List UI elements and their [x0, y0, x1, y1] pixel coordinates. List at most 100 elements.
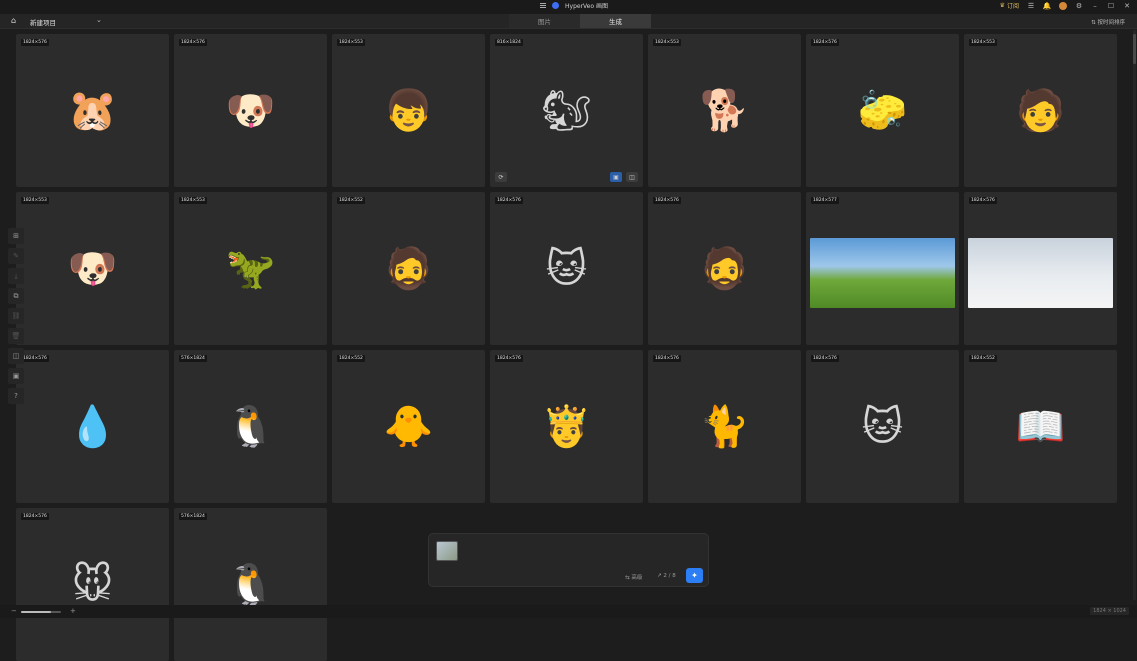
tab-images[interactable]: 图片 [509, 14, 580, 28]
chick-image: 🐥 [383, 404, 434, 450]
mouse-image: 🐭 [71, 561, 114, 608]
dimension-badge: 1824×577 [811, 197, 839, 204]
bell-icon[interactable]: 🔔 [1043, 2, 1052, 10]
maximize-icon[interactable]: ☐ [1107, 2, 1115, 10]
split-view-icon[interactable]: ◫ [626, 172, 638, 182]
drop-bike-image: 💧 [67, 404, 118, 450]
image-card[interactable]: 🤴 1824×576 [490, 350, 643, 503]
subscribe-button[interactable]: ♛ 订阅 [1000, 1, 1019, 10]
image-card[interactable]: 🐕 1824×553 [648, 34, 801, 187]
card-tools-right: ▣ ◫ [610, 172, 638, 182]
dimension-badge: 816×1824 [495, 39, 523, 46]
home-icon[interactable]: ⌂ [11, 17, 19, 25]
avatar[interactable] [1059, 1, 1067, 10]
image-card[interactable]: 🐹 1824×576 [16, 34, 169, 187]
dimension-badge: 1824×576 [495, 355, 523, 362]
penguin-bear-image: 🐧 [225, 404, 276, 450]
dimension-badge: 1824×552 [337, 197, 365, 204]
tab-generate[interactable]: 生成 [580, 14, 651, 28]
window-controls: ♛ 订阅 ☰ 🔔 ⚙ – ☐ ✕ [1000, 1, 1131, 10]
copy-icon[interactable]: ⧉ [8, 288, 24, 304]
boy-at-desk-image: 👦 [383, 88, 434, 134]
prompt-panel: ⇆ 高级 ↗ 2 / 8 ✦ [428, 533, 709, 587]
image-card[interactable]: 1824×577 [806, 192, 959, 345]
generate-button[interactable]: ✦ [686, 568, 703, 583]
list-icon[interactable]: ☰ [1027, 2, 1035, 10]
subscribe-label: 订阅 [1006, 3, 1019, 10]
close-icon[interactable]: ✕ [1123, 2, 1131, 10]
download-icon[interactable]: ⤓ [8, 268, 24, 284]
image-card[interactable]: 🦖 1824×553 [174, 192, 327, 345]
dimension-badge: 1824×576 [21, 355, 49, 362]
select-icon[interactable]: ▣ [610, 172, 622, 182]
zoom-fill [21, 611, 51, 613]
help-icon[interactable]: ? [8, 388, 24, 404]
dinosaur-image: 🦖 [225, 246, 276, 292]
toolbar: ⌂ 新建项目 ⌄ 图片 生成 ⇅ 按时间排序 [0, 14, 1137, 29]
sort-button[interactable]: ⇅ 按时间排序 [1091, 18, 1125, 26]
add-icon[interactable]: ⊞ [8, 228, 24, 244]
menu-icon[interactable] [540, 3, 546, 8]
image-card[interactable]: 👦 1824×553 [332, 34, 485, 187]
image-card[interactable]: 📖 1824×552 [964, 350, 1117, 503]
compare-icon[interactable]: ◫ [8, 348, 24, 364]
penguin-bear-2-image: 🐧 [225, 562, 276, 608]
man-camera-image: 🧔 [699, 246, 750, 292]
image-card[interactable]: 🐭 1824×576 [16, 508, 169, 661]
crown-icon: ♛ [999, 2, 1005, 9]
image-card[interactable]: 💧 1824×576 [16, 350, 169, 503]
image-card[interactable]: 🧽 1824×576 [806, 34, 959, 187]
trash-icon[interactable]: 🗑 [8, 328, 24, 344]
link-icon[interactable]: ⛓ [8, 308, 24, 324]
image-card[interactable]: 🐧 576×1824 [174, 350, 327, 503]
reference-image[interactable] [436, 541, 458, 561]
dimension-badge: 1824×552 [969, 355, 997, 362]
beagle-image: 🐕 [699, 88, 750, 134]
image-card[interactable]: 🐶 1824×553 [16, 192, 169, 345]
image-card[interactable]: 🐱 1824×576 [806, 350, 959, 503]
man-with-book-image: 🧔 [383, 246, 434, 292]
count-selector[interactable]: ↗ 2 / 8 [657, 573, 676, 579]
image-icon[interactable]: ▣ [8, 368, 24, 384]
dimension-badge: 1824×576 [811, 39, 839, 46]
image-card[interactable]: 🐿 816×1824 ⟳ ▣ ◫ [490, 34, 643, 187]
zoom-slider[interactable] [21, 611, 61, 613]
status-bar: − + 1824 × 1024 [0, 605, 1137, 618]
image-card[interactable]: 🐱 1824×576 [490, 192, 643, 345]
sponge-image: 🧽 [857, 88, 908, 134]
dimension-badge: 1824×553 [337, 39, 365, 46]
dimension-badge: 1824×576 [811, 355, 839, 362]
advanced-button[interactable]: ⇆ 高级 [625, 573, 642, 581]
image-card[interactable]: 🐥 1824×552 [332, 350, 485, 503]
image-card[interactable]: 1824×576 [964, 192, 1117, 345]
boy-on-beanbag-image: 🧑 [1015, 88, 1066, 134]
image-card[interactable]: 🐧 576×1824 [174, 508, 327, 661]
gear-icon[interactable]: ⚙ [1075, 2, 1083, 10]
image-card[interactable]: 🧔 1824×576 [648, 192, 801, 345]
image-card[interactable]: 🐈 1824×576 [648, 350, 801, 503]
zoom-out-icon[interactable]: − [11, 607, 17, 615]
dimension-badge: 1824×576 [653, 197, 681, 204]
scrollbar[interactable] [1133, 30, 1136, 600]
scroll-thumb[interactable] [1133, 34, 1136, 64]
dimension-badge: 1824×553 [653, 39, 681, 46]
dimension-badge: 576×1824 [179, 355, 207, 362]
refresh-icon[interactable]: ⟳ [495, 172, 507, 182]
hamster-image: 🐹 [67, 88, 118, 134]
image-card[interactable]: 🧑 1824×553 [964, 34, 1117, 187]
dimension-badge: 1824×576 [179, 39, 207, 46]
dimension-badge: 1824×576 [653, 355, 681, 362]
dimension-badge: 1824×553 [969, 39, 997, 46]
chevron-down-icon[interactable]: ⌄ [96, 16, 102, 24]
king-image: 🤴 [541, 404, 592, 450]
image-card[interactable]: 🐶 1824×576 [174, 34, 327, 187]
sparkle-icon: ✦ [691, 571, 698, 580]
image-card[interactable]: 🧔 1824×552 [332, 192, 485, 345]
project-name[interactable]: 新建项目 [30, 17, 56, 27]
edit-icon[interactable]: ✎ [8, 248, 24, 264]
dimension-badge: 1824×576 [969, 197, 997, 204]
two-kittens-image: 🐱 [861, 403, 904, 450]
zoom-in-icon[interactable]: + [70, 607, 76, 615]
dog-image: 🐶 [225, 88, 276, 134]
minimize-icon[interactable]: – [1091, 2, 1099, 10]
